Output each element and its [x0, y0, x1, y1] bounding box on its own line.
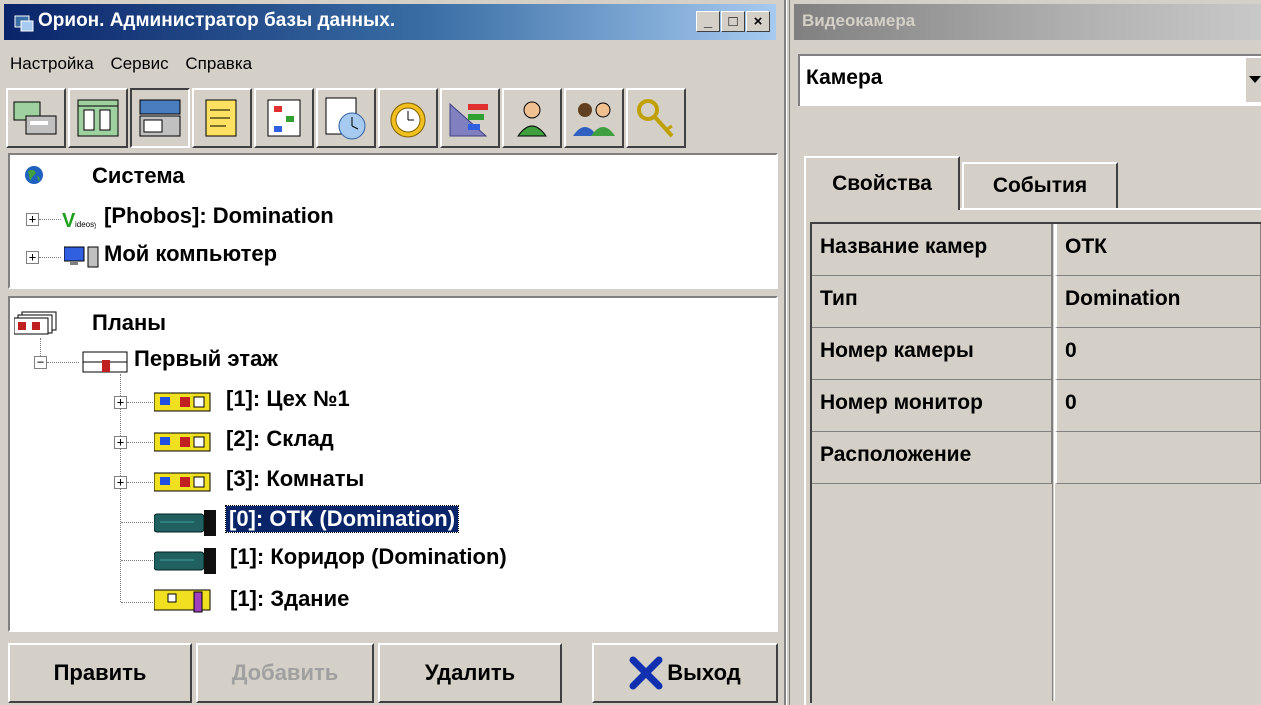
edit-button[interactable]: Править: [8, 643, 192, 703]
maximize-button[interactable]: □: [721, 11, 745, 32]
property-value[interactable]: Domination: [1055, 276, 1261, 328]
levels-icon: [449, 102, 488, 137]
property-key: Тип: [812, 276, 1052, 328]
network-button[interactable]: [68, 88, 128, 148]
devices-button[interactable]: [6, 88, 66, 148]
properties-table: Название камер ОТК Тип Domination Номер …: [810, 222, 1261, 703]
property-value[interactable]: ОТК: [1055, 224, 1261, 276]
phobos-device-icon: Videosys: [62, 210, 96, 231]
menu-bar: Настройка Сервис Справка: [10, 54, 264, 74]
plans-tree: Планы − Первый этаж + [1]: Цех №1 + [2]:…: [8, 296, 778, 632]
zone-icon: [154, 472, 211, 492]
dropdown-button[interactable]: [1245, 58, 1261, 102]
window-title: Орион. Администратор базы данных.: [38, 10, 396, 31]
property-key: Номер монитор: [812, 380, 1052, 432]
exit-button[interactable]: Выход: [592, 643, 778, 703]
property-row[interactable]: Тип Domination: [812, 276, 1261, 328]
delete-button[interactable]: Удалить: [378, 643, 562, 703]
property-value[interactable]: 0: [1055, 380, 1261, 432]
expand-zone-3[interactable]: +: [114, 476, 127, 489]
alarm-clock-icon: [390, 102, 426, 138]
video-camera-window: Видеокамера Камера Свойства События Назв…: [790, 0, 1261, 705]
schema-icon: [267, 99, 301, 137]
floor-icon: [82, 351, 128, 373]
collapse-first-floor[interactable]: −: [34, 356, 47, 369]
minimize-button[interactable]: _: [696, 11, 720, 32]
users-button[interactable]: [564, 88, 624, 148]
database-admin-window: Орион. Администратор базы данных. _ □ × …: [0, 0, 786, 705]
property-row[interactable]: Расположение: [812, 432, 1261, 484]
schedule-icon: [325, 97, 366, 140]
close-button[interactable]: ×: [746, 11, 770, 32]
property-row[interactable]: Номер монитор 0: [812, 380, 1261, 432]
alarm-button[interactable]: [378, 88, 438, 148]
exit-label: Выход: [667, 660, 741, 685]
property-row[interactable]: Номер камеры 0: [812, 328, 1261, 380]
tree-item-camera-otk[interactable]: [0]: ОТК (Domination): [224, 505, 460, 533]
plans-icon: [139, 99, 181, 137]
zone-icon: [154, 392, 211, 412]
expand-zone-1[interactable]: +: [114, 396, 127, 409]
keys-button[interactable]: [626, 88, 686, 148]
menu-service[interactable]: Сервис: [110, 54, 168, 73]
levels-button[interactable]: [440, 88, 500, 148]
tab-properties[interactable]: Свойства: [804, 156, 960, 210]
notes-button[interactable]: [192, 88, 252, 148]
camera-icon: [154, 548, 216, 574]
notes-icon: [205, 99, 237, 137]
tree-item-phobos[interactable]: [Phobos]: Domination: [104, 203, 334, 229]
user-icon: [517, 101, 547, 137]
expand-my-computer[interactable]: +: [26, 251, 39, 264]
property-row[interactable]: Название камер ОТК: [812, 224, 1261, 276]
right-window-title: Видеокамера: [802, 11, 916, 30]
chevron-down-icon: [1248, 76, 1261, 83]
tree-item-camera-corridor[interactable]: [1]: Коридор (Domination): [230, 544, 507, 570]
app-icon: [14, 13, 34, 33]
property-key: Номер камеры: [812, 328, 1052, 380]
property-value[interactable]: 0: [1055, 328, 1261, 380]
plans-root-icon: [14, 311, 57, 335]
tab-events[interactable]: События: [962, 162, 1118, 208]
building-icon: [154, 589, 211, 613]
expand-zone-2[interactable]: +: [114, 436, 127, 449]
devices-icon: [13, 101, 57, 135]
tree-item-building[interactable]: [1]: Здание: [230, 586, 349, 612]
tree-item-zone-2[interactable]: [2]: Склад: [226, 426, 334, 452]
keys-icon: [637, 99, 674, 138]
svg-text:ideosys: ideosys: [75, 220, 96, 229]
camera-icon: [154, 510, 216, 536]
network-icon: [77, 99, 119, 137]
users-icon: [573, 102, 615, 136]
expand-phobos[interactable]: +: [26, 213, 39, 226]
schema-button[interactable]: [254, 88, 314, 148]
globe-icon: [25, 166, 43, 184]
title-bar[interactable]: Орион. Администратор базы данных. _ □ ×: [4, 4, 776, 40]
toolbar: [6, 88, 776, 148]
tree-item-first-floor[interactable]: Первый этаж: [134, 346, 278, 372]
plans-root[interactable]: Планы: [92, 310, 166, 336]
menu-settings[interactable]: Настройка: [10, 54, 94, 73]
svg-text:V: V: [62, 210, 76, 231]
property-value[interactable]: [1055, 432, 1261, 484]
tree-item-zone-1[interactable]: [1]: Цех №1: [226, 386, 350, 412]
properties-grid: Название камер ОТК Тип Domination Номер …: [804, 208, 1261, 705]
tree-item-zone-3[interactable]: [3]: Комнаты: [226, 466, 364, 492]
computer-icon: [64, 246, 99, 268]
property-key: Расположение: [812, 432, 1052, 484]
user-button[interactable]: [502, 88, 562, 148]
close-x-icon: [629, 656, 663, 690]
schedule-button[interactable]: [316, 88, 376, 148]
system-tree: Система + Videosys [Phobos]: Domination …: [8, 153, 778, 289]
camera-type-select[interactable]: Камера: [798, 54, 1261, 106]
zone-icon: [154, 432, 211, 452]
right-title-bar[interactable]: Видеокамера: [794, 4, 1261, 40]
plans-button[interactable]: [130, 88, 190, 148]
menu-help[interactable]: Справка: [185, 54, 252, 73]
add-button[interactable]: Добавить: [196, 643, 374, 703]
system-root[interactable]: Система: [92, 163, 185, 189]
property-key: Название камер: [812, 224, 1052, 276]
tree-item-my-computer[interactable]: Мой компьютер: [104, 241, 277, 267]
camera-select-value: Камера: [806, 66, 883, 89]
